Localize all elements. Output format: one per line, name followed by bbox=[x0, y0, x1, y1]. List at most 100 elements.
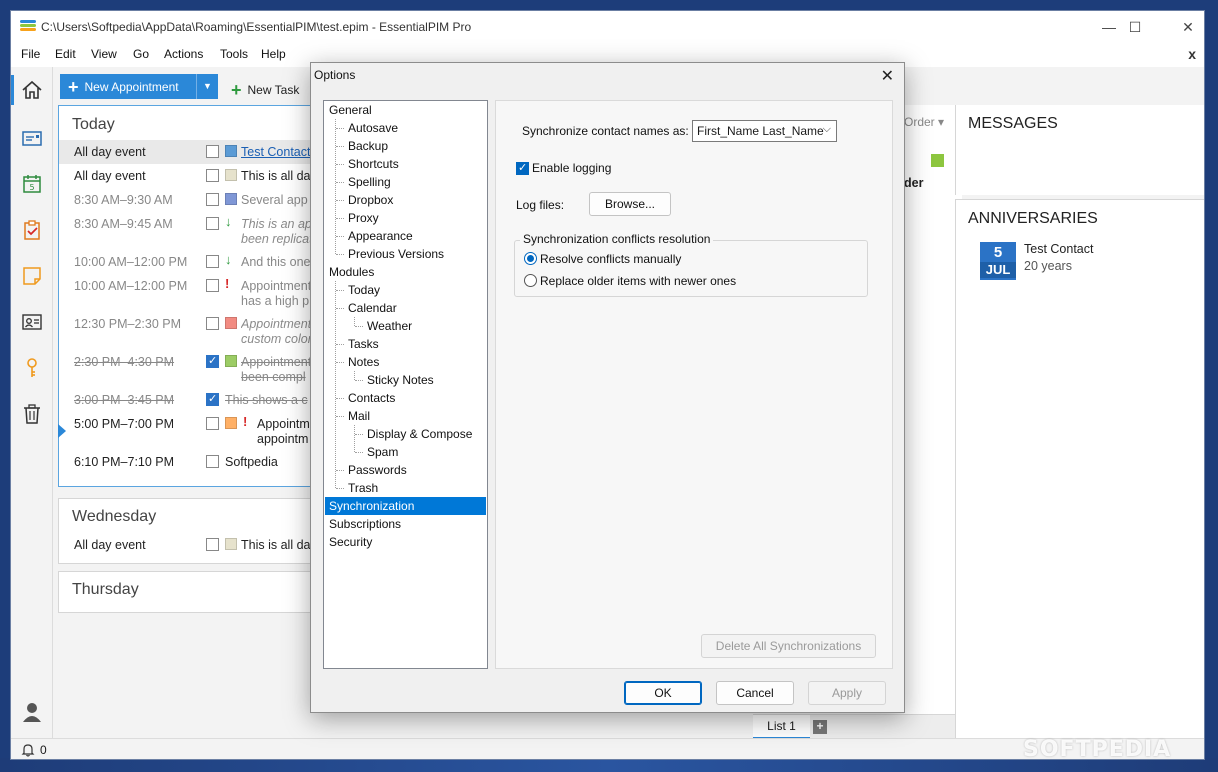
tab-list-1[interactable]: List 1 bbox=[753, 715, 810, 739]
task-group-header: der bbox=[904, 176, 924, 190]
tree-item-dropbox[interactable]: Dropbox bbox=[348, 191, 393, 209]
close-document-button[interactable]: x bbox=[1188, 46, 1196, 62]
maximize-button[interactable]: ☐ bbox=[1120, 17, 1150, 37]
event-row[interactable]: 8:30 AM–9:30 AM Several app bbox=[59, 188, 317, 212]
event-row[interactable]: 10:00 AM–12:00 PM ! Appointment has a hi… bbox=[59, 274, 317, 312]
tree-item-shortcuts[interactable]: Shortcuts bbox=[348, 155, 399, 173]
tree-connector bbox=[336, 470, 344, 471]
menu-actions[interactable]: Actions bbox=[164, 47, 203, 61]
event-row[interactable]: 3:00 PM–3:45 PM This shows a c bbox=[59, 388, 317, 412]
ok-button[interactable]: OK bbox=[624, 681, 702, 705]
tree-item-previous-versions[interactable]: Previous Versions bbox=[348, 245, 444, 263]
tasks-icon[interactable] bbox=[21, 219, 43, 241]
day-card-thursday: Thursday bbox=[58, 571, 318, 613]
tree-item-subscriptions[interactable]: Subscriptions bbox=[329, 515, 401, 533]
menu-go[interactable]: Go bbox=[133, 47, 149, 61]
mail-icon[interactable] bbox=[21, 127, 43, 149]
close-window-button[interactable]: ✕ bbox=[1173, 17, 1203, 37]
add-list-button[interactable]: + bbox=[813, 720, 827, 734]
tree-item-weather[interactable]: Weather bbox=[367, 317, 412, 335]
event-row[interactable]: 6:10 PM–7:10 PM Softpedia bbox=[59, 450, 317, 474]
tree-item-calendar[interactable]: Calendar bbox=[348, 299, 397, 317]
contact-names-select[interactable]: First_Name Last_Name ⌵ bbox=[692, 120, 837, 142]
trash-icon[interactable] bbox=[21, 403, 43, 425]
tree-item-proxy[interactable]: Proxy bbox=[348, 209, 379, 227]
sort-order-dropdown[interactable]: Order ▾ bbox=[904, 115, 944, 129]
menu-tools[interactable]: Tools bbox=[220, 47, 248, 61]
contacts-icon[interactable] bbox=[21, 311, 43, 333]
event-row[interactable]: 12:30 PM–2:30 PM Appointment custom colo… bbox=[59, 312, 317, 350]
event-checkbox[interactable] bbox=[206, 145, 219, 158]
user-account-icon[interactable] bbox=[21, 701, 43, 723]
event-title[interactable]: Test Contact bbox=[241, 145, 319, 159]
day-card-wednesday: Wednesday All day event This is all da bbox=[58, 498, 318, 564]
event-checkbox[interactable] bbox=[206, 354, 219, 368]
tree-item-display-compose[interactable]: Display & Compose bbox=[367, 425, 472, 443]
event-checkbox[interactable] bbox=[206, 317, 219, 330]
tree-item-general[interactable]: General bbox=[329, 101, 372, 119]
tree-item-spelling[interactable]: Spelling bbox=[348, 173, 391, 191]
tree-item-today[interactable]: Today bbox=[348, 281, 380, 299]
cancel-button[interactable]: Cancel bbox=[716, 681, 794, 705]
menu-view[interactable]: View bbox=[91, 47, 117, 61]
home-icon[interactable] bbox=[21, 79, 43, 101]
event-checkbox[interactable] bbox=[206, 169, 219, 182]
event-checkbox[interactable] bbox=[206, 455, 219, 468]
day-title: Today bbox=[72, 116, 115, 133]
event-row[interactable]: All day event This is all da bbox=[59, 533, 317, 557]
new-task-button[interactable]: + New Task bbox=[231, 80, 299, 101]
menu-edit[interactable]: Edit bbox=[55, 47, 76, 61]
resolve-manually-label[interactable]: Resolve conflicts manually bbox=[540, 252, 681, 266]
notes-icon[interactable] bbox=[21, 265, 43, 287]
tree-connector bbox=[336, 416, 344, 417]
apply-button[interactable]: Apply bbox=[808, 681, 886, 705]
tree-item-modules[interactable]: Modules bbox=[329, 263, 374, 281]
event-row[interactable]: 10:00 AM–12:00 PM ↓ And this one bbox=[59, 250, 317, 274]
event-checkbox[interactable] bbox=[206, 417, 219, 430]
menu-file[interactable]: File bbox=[21, 47, 40, 61]
close-dialog-button[interactable]: ✕ bbox=[881, 66, 894, 86]
event-row[interactable]: 5:00 PM–7:00 PM ! Appointm appointm bbox=[59, 412, 317, 450]
tree-item-notes[interactable]: Notes bbox=[348, 353, 379, 371]
tree-item-sticky-notes[interactable]: Sticky Notes bbox=[367, 371, 434, 389]
event-checkbox[interactable] bbox=[206, 217, 219, 230]
event-checkbox[interactable] bbox=[206, 193, 219, 206]
replace-older-radio[interactable] bbox=[524, 274, 537, 287]
event-checkbox[interactable] bbox=[206, 279, 219, 292]
tree-item-spam[interactable]: Spam bbox=[367, 443, 398, 461]
tree-item-appearance[interactable]: Appearance bbox=[348, 227, 413, 245]
tree-item-security[interactable]: Security bbox=[329, 533, 372, 551]
passwords-key-icon[interactable] bbox=[21, 357, 43, 379]
new-appointment-button[interactable]: + New Appointment ▼ bbox=[60, 74, 218, 99]
tree-item-autosave[interactable]: Autosave bbox=[348, 119, 398, 137]
bell-icon[interactable] bbox=[21, 743, 35, 757]
event-row[interactable]: 8:30 AM–9:45 AM ↓ This is an app been re… bbox=[59, 212, 319, 250]
replace-older-label[interactable]: Replace older items with newer ones bbox=[540, 274, 736, 288]
menu-help[interactable]: Help bbox=[261, 47, 286, 61]
event-row[interactable]: 2:30 PM–4:30 PM Appointment been compl bbox=[59, 350, 317, 388]
desktop-background bbox=[0, 758, 1218, 772]
event-time: 5:00 PM–7:00 PM bbox=[74, 417, 175, 431]
delete-all-synchronizations-button[interactable]: Delete All Synchronizations bbox=[701, 634, 876, 658]
high-priority-icon: ! bbox=[243, 414, 248, 429]
anniversary-contact[interactable]: Test Contact bbox=[1024, 242, 1093, 256]
enable-logging-checkbox[interactable] bbox=[516, 161, 529, 175]
browse-button[interactable]: Browse... bbox=[589, 192, 671, 216]
tree-item-synchronization[interactable]: Synchronization bbox=[325, 497, 486, 515]
tree-item-mail[interactable]: Mail bbox=[348, 407, 370, 425]
event-checkbox[interactable] bbox=[206, 538, 219, 551]
calendar-icon[interactable]: 5 bbox=[21, 173, 43, 195]
event-time: All day event bbox=[74, 169, 146, 183]
event-row[interactable]: All day event Test Contact bbox=[59, 140, 317, 164]
event-checkbox[interactable] bbox=[206, 255, 219, 268]
tree-item-backup[interactable]: Backup bbox=[348, 137, 388, 155]
event-row[interactable]: All day event This is all day bbox=[59, 164, 317, 188]
event-checkbox[interactable] bbox=[206, 392, 219, 406]
tree-item-tasks[interactable]: Tasks bbox=[348, 335, 379, 353]
tree-item-passwords[interactable]: Passwords bbox=[348, 461, 407, 479]
new-appointment-dropdown[interactable]: ▼ bbox=[196, 74, 218, 99]
tree-item-trash[interactable]: Trash bbox=[348, 479, 378, 497]
enable-logging-label[interactable]: Enable logging bbox=[532, 161, 611, 175]
tree-item-contacts[interactable]: Contacts bbox=[348, 389, 395, 407]
resolve-manually-radio[interactable] bbox=[524, 252, 537, 265]
